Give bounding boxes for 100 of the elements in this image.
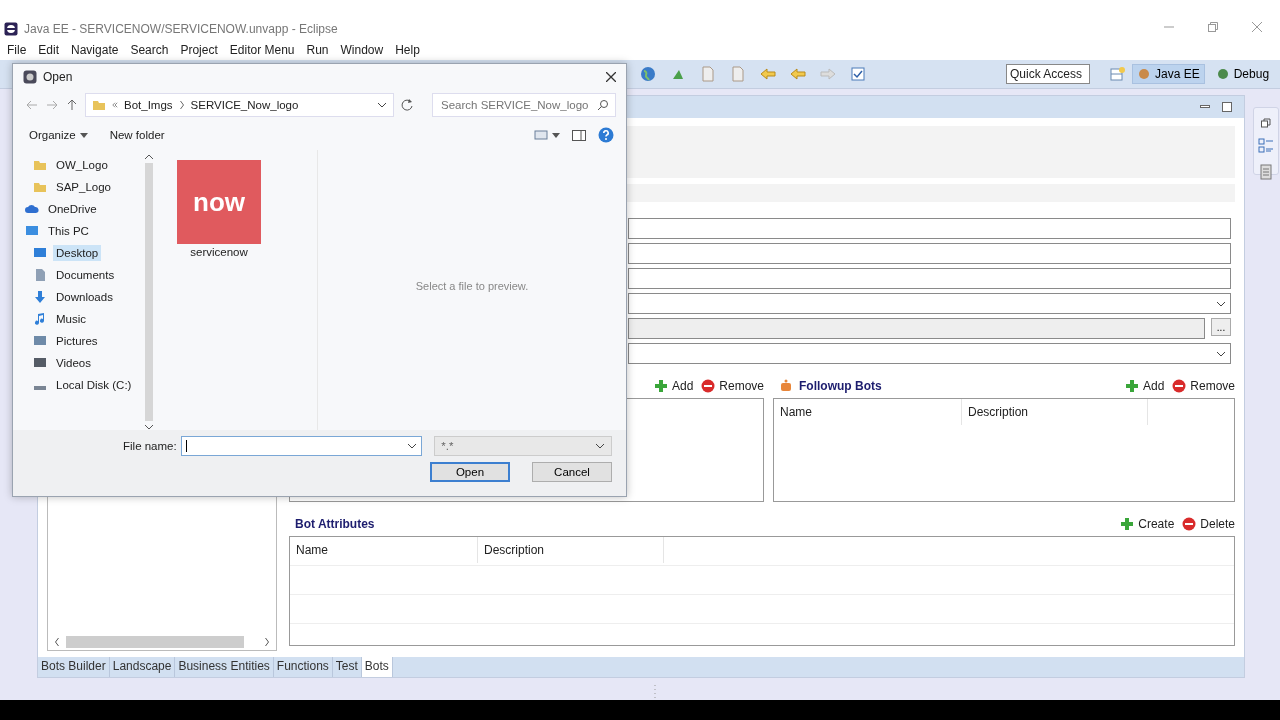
menu-item[interactable]: Window <box>340 43 384 57</box>
up-icon[interactable] <box>65 98 79 112</box>
nav-item[interactable]: SAP_Logo <box>53 179 114 195</box>
nav-item[interactable]: Pictures <box>53 333 101 349</box>
column-header[interactable]: Description <box>962 399 1148 425</box>
document-icon[interactable] <box>1258 164 1274 180</box>
chevron-down-icon[interactable] <box>407 443 418 449</box>
chevron-down-icon[interactable] <box>377 102 387 108</box>
new-folder-button[interactable]: New folder <box>109 129 165 141</box>
minus-circle-icon[interactable] <box>1182 517 1197 531</box>
action-link[interactable]: Create <box>1138 517 1175 531</box>
cloud-icon[interactable] <box>25 202 39 216</box>
dropdown-field[interactable] <box>628 293 1231 314</box>
address-bar[interactable]: Bot_Imgs SERVICE_Now_logo <box>85 93 394 117</box>
back-icon[interactable] <box>25 98 39 112</box>
nav-item[interactable]: Local Disk (C:) <box>53 377 135 393</box>
menu-item[interactable]: File <box>7 43 27 57</box>
editor-tab[interactable]: Test <box>332 657 362 677</box>
action-link[interactable]: Remove <box>719 379 764 393</box>
file-name-field[interactable] <box>180 436 423 456</box>
menu-item[interactable]: Edit <box>38 43 60 57</box>
nav-item[interactable]: OneDrive <box>45 201 100 217</box>
search-field[interactable]: Search SERVICE_Now_logo <box>432 93 616 117</box>
caret-icon[interactable] <box>79 132 88 138</box>
browse-button[interactable]: ... <box>1211 318 1231 336</box>
file-name-label: File name: <box>123 440 177 452</box>
cancel-button[interactable]: Cancel <box>532 462 612 482</box>
plus-icon[interactable] <box>1120 517 1135 531</box>
open-perspective-icon[interactable] <box>1110 66 1126 82</box>
action-link[interactable]: Delete <box>1200 517 1235 531</box>
caret-icon[interactable] <box>552 132 560 138</box>
nav-item[interactable]: OW_Logo <box>53 157 111 173</box>
scroll-left-icon[interactable] <box>54 638 60 646</box>
preview-pane-icon[interactable] <box>572 128 586 142</box>
outline-icon[interactable] <box>1258 138 1274 154</box>
scroll-right-icon[interactable] <box>264 638 270 646</box>
breadcrumb-item[interactable]: Bot_Imgs <box>124 99 173 111</box>
scroll-up-icon[interactable] <box>145 154 153 159</box>
dropdown-field[interactable] <box>628 343 1231 364</box>
action-link[interactable]: Add <box>1142 379 1165 393</box>
scrollbar-thumb[interactable] <box>145 163 153 421</box>
nav-item[interactable]: Desktop <box>53 245 102 261</box>
menu-item[interactable]: Navigate <box>71 43 119 57</box>
arrow-left-icon[interactable] <box>790 66 806 82</box>
menu-item[interactable]: Search <box>130 43 169 57</box>
text-field[interactable] <box>628 218 1231 239</box>
editor-tab[interactable]: Bots Builder <box>38 657 110 677</box>
perspective-button[interactable]: Debug <box>1210 64 1275 84</box>
music-note-icon[interactable] <box>33 312 47 326</box>
scrollbar-thumb[interactable] <box>66 636 244 648</box>
arrow-left-icon[interactable] <box>760 66 776 82</box>
perspective-button[interactable]: Java EE <box>1132 64 1205 84</box>
plus-icon[interactable] <box>1124 379 1139 393</box>
desktop-icon[interactable] <box>33 246 47 260</box>
maximize-icon[interactable] <box>1222 102 1232 112</box>
breadcrumb-item[interactable]: SERVICE_Now_logo <box>190 99 299 111</box>
open-button[interactable]: Open <box>430 462 510 482</box>
help-icon[interactable] <box>598 127 614 143</box>
quick-access-field[interactable]: Quick Access <box>1006 64 1090 84</box>
forward-icon[interactable] <box>45 98 59 112</box>
nav-item[interactable]: Videos <box>53 355 94 371</box>
scroll-down-icon[interactable] <box>145 425 153 430</box>
close-icon[interactable] <box>606 72 616 82</box>
menu-item[interactable]: Project <box>180 43 218 57</box>
nav-item[interactable]: Downloads <box>53 289 116 305</box>
action-link[interactable]: Remove <box>1190 379 1235 393</box>
download-icon[interactable] <box>33 290 47 304</box>
minus-circle-icon[interactable] <box>701 379 716 393</box>
editor-tab[interactable]: Functions <box>273 657 333 677</box>
plus-icon[interactable] <box>653 379 668 393</box>
refresh-icon[interactable] <box>400 98 414 112</box>
nav-item[interactable]: Documents <box>53 267 118 283</box>
globe-icon[interactable] <box>640 66 656 82</box>
menu-item[interactable]: Run <box>306 43 329 57</box>
file-type-dropdown[interactable]: *.* <box>434 436 612 456</box>
document-icon[interactable] <box>33 268 47 282</box>
nav-item[interactable]: Music <box>53 311 90 327</box>
column-header[interactable]: Name <box>774 399 962 425</box>
text-field[interactable] <box>628 243 1231 264</box>
menu-item[interactable]: Editor Menu <box>229 43 295 57</box>
nav-item[interactable]: This PC <box>45 223 92 239</box>
column-header[interactable]: Name <box>290 537 478 563</box>
text-field[interactable] <box>628 318 1205 339</box>
menu-item[interactable]: Help <box>395 43 420 57</box>
file-thumbnail[interactable]: now <box>177 160 261 244</box>
perspective-icon <box>1215 67 1230 81</box>
editor-tab[interactable]: Business Entities <box>175 657 274 677</box>
file-icon[interactable] <box>700 66 716 82</box>
column-header[interactable]: Description <box>478 537 664 563</box>
text-field[interactable] <box>628 268 1231 289</box>
folder-icon <box>92 98 106 112</box>
editor-tab[interactable]: Landscape <box>109 657 176 677</box>
task-icon[interactable] <box>850 66 866 82</box>
minus-circle-icon[interactable] <box>1172 379 1187 393</box>
file-name[interactable]: servicenow <box>190 246 248 258</box>
action-link[interactable]: Add <box>671 379 694 393</box>
restore-icon[interactable] <box>1261 118 1271 128</box>
editor-tab[interactable]: Bots <box>361 657 393 677</box>
organize-menu[interactable]: Organize <box>29 129 76 141</box>
file-icon[interactable] <box>730 66 746 82</box>
